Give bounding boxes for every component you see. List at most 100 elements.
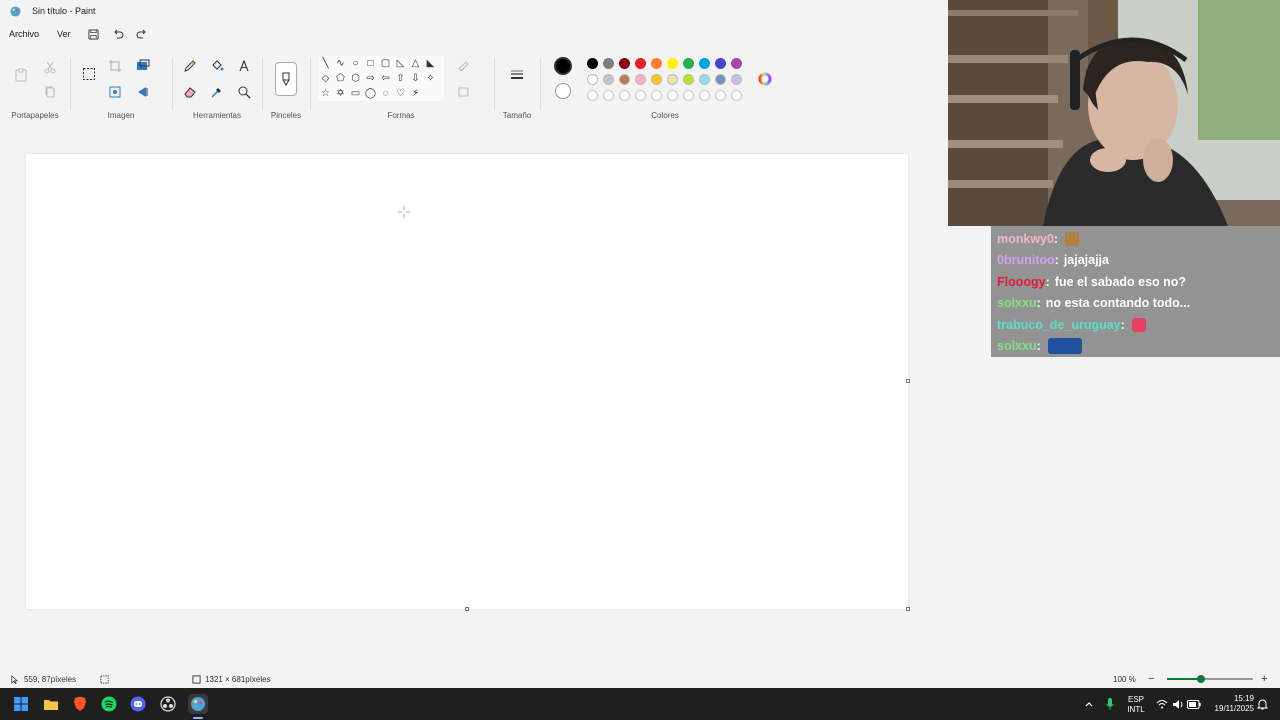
custom-color-slot[interactable]: [731, 90, 742, 101]
custom-color-slot[interactable]: [715, 90, 726, 101]
shape-option[interactable]: ◯: [363, 86, 378, 101]
palette-swatch[interactable]: [715, 58, 726, 69]
custom-color-slot[interactable]: [635, 90, 646, 101]
shape-option[interactable]: ⬡: [348, 71, 363, 86]
battery-icon[interactable]: [1184, 694, 1204, 714]
palette-swatch[interactable]: [715, 74, 726, 85]
fill-icon[interactable]: [208, 57, 226, 75]
cut-icon[interactable]: [41, 58, 59, 76]
microphone-icon[interactable]: [1100, 694, 1120, 714]
text-icon[interactable]: [235, 57, 253, 75]
edit-colors-icon[interactable]: [756, 70, 774, 88]
chat-username[interactable]: solxxu: [997, 296, 1037, 310]
obs-studio-icon[interactable]: [158, 694, 178, 714]
redo-icon[interactable]: [132, 24, 152, 44]
palette-swatch[interactable]: [683, 58, 694, 69]
file-explorer-icon[interactable]: [41, 694, 61, 714]
shape-option[interactable]: [423, 86, 438, 101]
copy-icon[interactable]: [41, 83, 59, 101]
clock[interactable]: 15:19 19/11/2025: [1204, 694, 1254, 714]
resize-handle-bottom[interactable]: [465, 607, 469, 611]
show-hidden-icons-icon[interactable]: [1079, 694, 1099, 714]
rotate-icon[interactable]: [134, 83, 152, 101]
shape-option[interactable]: ✡: [333, 86, 348, 101]
resize-icon[interactable]: [134, 57, 152, 75]
shape-option[interactable]: ╲: [318, 56, 333, 71]
shape-option[interactable]: ♡: [393, 86, 408, 101]
spotify-icon[interactable]: [99, 694, 119, 714]
select-icon[interactable]: [79, 64, 99, 84]
shape-option[interactable]: ⇧: [393, 71, 408, 86]
menu-view[interactable]: Ver: [48, 24, 80, 44]
paste-icon[interactable]: [11, 64, 31, 86]
shape-option[interactable]: ⇦: [378, 71, 393, 86]
zoom-in-button[interactable]: +: [1261, 670, 1267, 688]
shape-option[interactable]: ◌: [378, 86, 393, 101]
shape-option[interactable]: ◣: [423, 56, 438, 71]
primary-color-swatch[interactable]: [554, 57, 572, 75]
palette-swatch[interactable]: [635, 58, 646, 69]
palette-swatch[interactable]: [667, 74, 678, 85]
custom-color-slot[interactable]: [699, 90, 710, 101]
chat-username[interactable]: Flooogy: [997, 275, 1046, 289]
chat-username[interactable]: monkwy0: [997, 232, 1054, 246]
eraser-icon[interactable]: [181, 83, 199, 101]
palette-swatch[interactable]: [619, 58, 630, 69]
custom-color-slot[interactable]: [683, 90, 694, 101]
color-picker-icon[interactable]: [208, 83, 226, 101]
palette-swatch[interactable]: [603, 74, 614, 85]
save-icon[interactable]: [84, 24, 104, 44]
paint-taskbar-icon[interactable]: [188, 694, 208, 714]
palette-swatch[interactable]: [651, 74, 662, 85]
custom-color-slot[interactable]: [603, 90, 614, 101]
palette-swatch[interactable]: [683, 74, 694, 85]
magnifier-icon[interactable]: [235, 83, 253, 101]
shape-option[interactable]: ◇: [318, 71, 333, 86]
shape-option[interactable]: □: [363, 56, 378, 71]
palette-swatch[interactable]: [731, 58, 742, 69]
zoom-out-button[interactable]: −: [1148, 670, 1154, 688]
notifications-bell-icon[interactable]: [1252, 694, 1272, 714]
size-lines-icon[interactable]: [507, 64, 527, 86]
shape-option[interactable]: ◺: [393, 56, 408, 71]
zoom-slider[interactable]: [1167, 675, 1253, 683]
resize-handle-corner[interactable]: [906, 607, 910, 611]
palette-swatch[interactable]: [667, 58, 678, 69]
shape-option[interactable]: ☆: [318, 86, 333, 101]
custom-color-slot[interactable]: [667, 90, 678, 101]
shape-option[interactable]: ▭: [348, 86, 363, 101]
shape-option[interactable]: ⇩: [408, 71, 423, 86]
shape-option[interactable]: ▢: [378, 56, 393, 71]
shape-option[interactable]: ∿: [333, 56, 348, 71]
palette-swatch[interactable]: [587, 58, 598, 69]
custom-color-slot[interactable]: [587, 90, 598, 101]
resize-handle-right[interactable]: [906, 379, 910, 383]
language-indicator[interactable]: ESP INTL: [1124, 695, 1148, 715]
pencil-icon[interactable]: [181, 57, 199, 75]
windows-start-icon[interactable]: [11, 694, 31, 714]
custom-color-slot[interactable]: [619, 90, 630, 101]
drawing-canvas[interactable]: [26, 154, 908, 609]
palette-swatch[interactable]: [603, 58, 614, 69]
chat-username[interactable]: 0brunitoo: [997, 253, 1055, 267]
brave-browser-icon[interactable]: [70, 694, 90, 714]
undo-icon[interactable]: [108, 24, 128, 44]
image-select-icon[interactable]: [106, 83, 124, 101]
chat-username[interactable]: solxxu: [997, 339, 1037, 353]
discord-icon[interactable]: [128, 694, 148, 714]
chat-username[interactable]: trabuco_de_uruguay: [997, 318, 1121, 332]
palette-swatch[interactable]: [587, 74, 598, 85]
brush-icon[interactable]: [275, 62, 297, 96]
shape-option[interactable]: ⬠: [333, 71, 348, 86]
shape-option[interactable]: ✧: [423, 71, 438, 86]
zoom-slider-thumb[interactable]: [1197, 675, 1206, 683]
palette-swatch[interactable]: [731, 74, 742, 85]
shape-option[interactable]: ○: [348, 56, 363, 71]
shape-option[interactable]: ⇨: [363, 71, 378, 86]
shape-option[interactable]: △: [408, 56, 423, 71]
palette-swatch[interactable]: [635, 74, 646, 85]
menu-file[interactable]: Archivo: [0, 24, 48, 44]
secondary-color-swatch[interactable]: [555, 83, 571, 99]
palette-swatch[interactable]: [699, 58, 710, 69]
outline-icon[interactable]: [455, 57, 473, 75]
